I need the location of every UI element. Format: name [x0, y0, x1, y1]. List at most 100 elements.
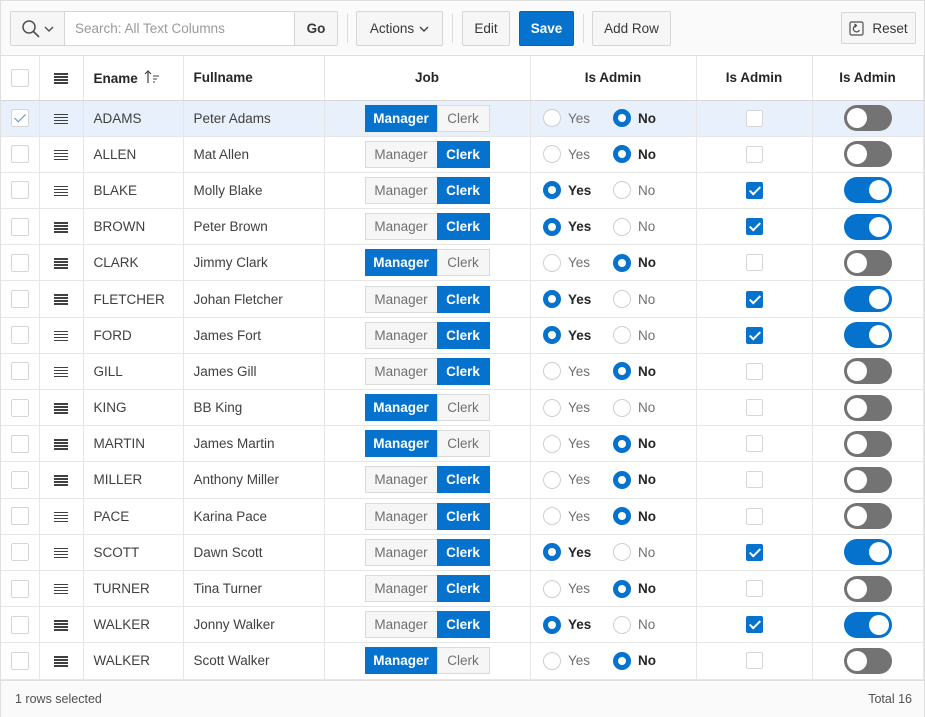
radio-option-no[interactable]: No — [613, 398, 683, 417]
radio-button[interactable] — [543, 290, 561, 309]
radio-option-yes[interactable]: Yes — [543, 290, 613, 309]
row-menu-icon[interactable] — [54, 330, 68, 342]
ename-cell[interactable]: ADAMS — [83, 100, 184, 137]
radio-option-no[interactable]: No — [613, 362, 683, 381]
table-row[interactable]: FORD James Fort Manager Clerk Yes No — [1, 317, 924, 354]
is-admin-checkbox[interactable] — [745, 507, 763, 525]
row-menu-icon[interactable] — [54, 185, 68, 197]
is-admin-checkbox[interactable] — [745, 109, 763, 127]
fullname-cell[interactable]: Tina Turner — [183, 570, 325, 608]
radio-option-no[interactable]: No — [613, 181, 683, 200]
radio-option-no[interactable]: No — [613, 217, 683, 236]
table-row[interactable]: PACE Karina Pace Manager Clerk Yes No — [1, 498, 924, 535]
job-option-manager[interactable]: Manager — [364, 357, 437, 385]
fullname-cell[interactable]: Mat Allen — [183, 136, 325, 173]
is-admin-toggle[interactable] — [843, 466, 892, 493]
row-select-checkbox[interactable] — [10, 326, 29, 345]
radio-option-yes[interactable]: Yes — [543, 615, 613, 634]
radio-option-no[interactable]: No — [613, 326, 683, 345]
radio-button[interactable] — [543, 434, 561, 453]
fullname-cell[interactable]: James Martin — [183, 425, 325, 463]
row-select-checkbox[interactable] — [10, 181, 29, 200]
job-option-manager[interactable]: Manager — [364, 249, 437, 277]
job-option-clerk[interactable]: Clerk — [436, 466, 490, 494]
radio-option-yes[interactable]: Yes — [543, 651, 613, 670]
table-row[interactable]: MILLER Anthony Miller Manager Clerk Yes … — [1, 461, 924, 499]
row-menu-icon[interactable] — [54, 511, 68, 523]
radio-option-yes[interactable]: Yes — [543, 362, 613, 381]
table-row[interactable]: BLAKE Molly Blake Manager Clerk Yes No — [1, 172, 924, 210]
radio-button[interactable] — [613, 434, 631, 453]
edit-button[interactable]: Edit — [462, 11, 510, 46]
table-row[interactable]: WALKER Jonny Walker Manager Clerk Yes No — [1, 606, 924, 644]
row-select-checkbox[interactable] — [10, 253, 29, 272]
row-select-checkbox[interactable] — [10, 217, 29, 236]
row-select-checkbox[interactable] — [10, 398, 29, 417]
add-row-button[interactable]: Add Row — [592, 11, 671, 46]
job-option-clerk[interactable]: Clerk — [436, 647, 490, 675]
job-option-manager[interactable]: Manager — [364, 575, 437, 603]
radio-button[interactable] — [543, 326, 561, 345]
ename-cell[interactable]: CLARK — [83, 244, 184, 282]
is-admin-checkbox[interactable] — [745, 362, 763, 380]
table-row[interactable]: TURNER Tina Turner Manager Clerk Yes No — [1, 570, 924, 608]
ename-cell[interactable]: MARTIN — [83, 425, 184, 463]
row-menu-icon[interactable] — [54, 547, 68, 559]
row-menu-icon[interactable] — [54, 113, 68, 125]
radio-button[interactable] — [613, 109, 631, 128]
is-admin-toggle[interactable] — [843, 503, 892, 530]
radio-button[interactable] — [543, 398, 561, 417]
ename-cell[interactable]: FLETCHER — [83, 280, 184, 318]
radio-button[interactable] — [543, 362, 561, 381]
fullname-cell[interactable]: James Gill — [183, 353, 325, 391]
is-admin-toggle[interactable] — [843, 213, 892, 240]
is-admin-toggle[interactable] — [843, 611, 892, 638]
radio-option-yes[interactable]: Yes — [543, 434, 613, 453]
radio-option-yes[interactable]: Yes — [543, 398, 613, 417]
job-option-manager[interactable]: Manager — [364, 176, 437, 204]
radio-button[interactable] — [543, 145, 561, 164]
radio-option-no[interactable]: No — [613, 434, 683, 453]
job-option-clerk[interactable]: Clerk — [436, 213, 490, 241]
radio-button[interactable] — [613, 543, 631, 562]
table-row[interactable]: WALKER Scott Walker Manager Clerk Yes No — [1, 642, 924, 680]
job-option-manager[interactable]: Manager — [364, 466, 437, 494]
ename-cell[interactable]: WALKER — [83, 642, 184, 680]
row-select-checkbox[interactable] — [10, 290, 29, 309]
ename-cell[interactable]: BLAKE — [83, 172, 184, 210]
job-option-clerk[interactable]: Clerk — [436, 104, 490, 132]
radio-button[interactable] — [613, 651, 631, 670]
radio-button[interactable] — [613, 615, 631, 634]
is-admin-checkbox[interactable] — [745, 218, 763, 236]
fullname-cell[interactable]: Peter Brown — [183, 208, 325, 246]
radio-option-no[interactable]: No — [613, 507, 683, 526]
radio-button[interactable] — [543, 181, 561, 200]
job-option-clerk[interactable]: Clerk — [436, 394, 490, 422]
radio-button[interactable] — [543, 109, 561, 128]
radio-button[interactable] — [613, 507, 631, 526]
job-option-clerk[interactable]: Clerk — [436, 611, 490, 639]
job-option-clerk[interactable]: Clerk — [436, 140, 490, 168]
is-admin-toggle[interactable] — [843, 575, 892, 602]
row-select-checkbox[interactable] — [10, 434, 29, 453]
reset-button[interactable]: Reset — [841, 12, 916, 44]
ename-cell[interactable]: BROWN — [83, 208, 184, 246]
ename-cell[interactable]: KING — [83, 389, 184, 427]
is-admin-toggle[interactable] — [843, 539, 892, 566]
radio-option-yes[interactable]: Yes — [543, 181, 613, 200]
is-admin-toggle[interactable] — [843, 177, 892, 204]
job-option-manager[interactable]: Manager — [364, 104, 437, 132]
is-admin-checkbox[interactable] — [745, 652, 763, 670]
is-admin-checkbox[interactable] — [745, 471, 763, 489]
column-header-fullname[interactable]: Fullname — [183, 56, 325, 101]
radio-button[interactable] — [543, 615, 561, 634]
row-select-checkbox[interactable] — [10, 651, 29, 670]
radio-option-no[interactable]: No — [613, 651, 683, 670]
table-row[interactable]: ALLEN Mat Allen Manager Clerk Yes No — [1, 136, 924, 173]
row-select-checkbox[interactable] — [10, 543, 29, 562]
radio-button[interactable] — [613, 217, 631, 236]
radio-option-yes[interactable]: Yes — [543, 326, 613, 345]
is-admin-checkbox[interactable] — [745, 326, 763, 344]
job-option-manager[interactable]: Manager — [364, 611, 437, 639]
ename-cell[interactable]: PACE — [83, 498, 184, 535]
